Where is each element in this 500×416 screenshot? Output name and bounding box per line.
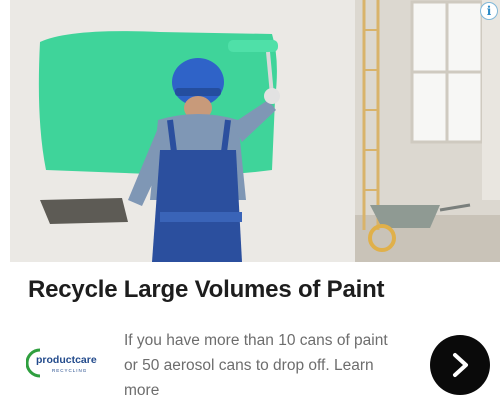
ad-info-icon[interactable]: i xyxy=(480,2,498,20)
svg-text:productcare: productcare xyxy=(36,354,97,366)
svg-text:RECYCLING: RECYCLING xyxy=(52,368,87,373)
chevron-right-icon xyxy=(453,353,468,377)
ad-description: If you have more than 10 cans of paint o… xyxy=(124,332,388,399)
ad-headline[interactable]: Recycle Large Volumes of Paint xyxy=(28,276,488,304)
product-care-recycling-logo: productcare RECYCLING xyxy=(25,346,104,378)
next-button[interactable] xyxy=(430,335,490,395)
painter-photo xyxy=(10,0,500,262)
ad-card[interactable]: i Recycle Large Volumes of Paint product… xyxy=(0,0,500,416)
hero-image[interactable]: i xyxy=(10,0,500,262)
